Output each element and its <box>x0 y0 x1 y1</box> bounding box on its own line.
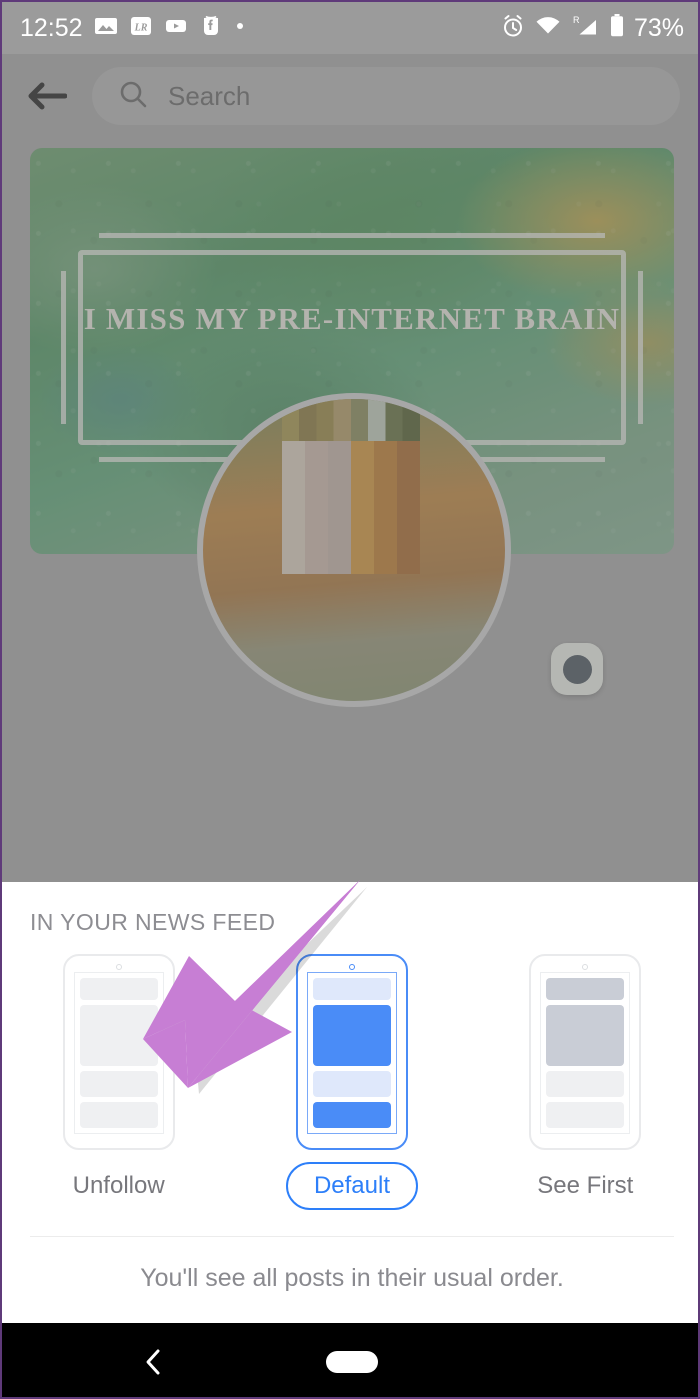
roaming-signal-icon: R <box>570 13 600 44</box>
search-placeholder: Search <box>168 80 251 111</box>
phone-screen-unfollow <box>73 972 164 1134</box>
feed-block <box>546 1071 625 1097</box>
phone-illustration-unfollow <box>62 954 175 1150</box>
edit-cover-photo-camera-button[interactable] <box>551 643 603 695</box>
feed-block <box>312 978 391 1000</box>
status-bar: 12:52 LR R 73% <box>2 2 698 54</box>
phone-camera-dot-icon <box>582 964 589 970</box>
lightroom-icon: LR <box>129 14 153 43</box>
frame-left-rule <box>61 271 66 424</box>
sheet-footer-text: You'll see all posts in their usual orde… <box>140 1264 564 1292</box>
system-navigation-bar <box>2 1323 698 1397</box>
status-bar-right: R 73% <box>500 13 684 44</box>
alarm-icon <box>500 13 526 44</box>
news-feed-preference-sheet: IN YOUR NEWS FEED Unfollow Default See F… <box>2 882 698 1323</box>
profile-content: I MISS MY PRE-INTERNET BRAIN <box>2 138 698 882</box>
status-clock: 12:52 <box>20 13 83 42</box>
search-icon <box>118 79 148 114</box>
svg-text:LR: LR <box>133 22 147 33</box>
frame-right-rule <box>638 271 643 424</box>
feed-block <box>79 978 158 1000</box>
photos-icon <box>94 14 118 43</box>
wifi-icon <box>535 13 561 44</box>
cover-photo-text: I MISS MY PRE-INTERNET BRAIN <box>83 301 621 336</box>
avatar-pixelated-region-body <box>281 441 421 575</box>
camera-icon <box>562 654 592 684</box>
feed-block <box>79 1102 158 1128</box>
battery-percent: 73% <box>633 13 684 42</box>
nav-back-icon[interactable] <box>134 1342 174 1382</box>
facebook-messenger-icon <box>199 14 223 43</box>
profile-avatar[interactable] <box>197 393 511 707</box>
feed-option-label-default[interactable]: Default <box>285 1162 418 1210</box>
phone-screen-see-first <box>540 972 631 1134</box>
search-header: Search <box>2 54 698 138</box>
feed-option-label-unfollow[interactable]: Unfollow <box>73 1172 165 1200</box>
search-input[interactable]: Search <box>92 67 680 125</box>
status-bar-left: 12:52 LR <box>20 14 246 43</box>
feed-option-unfollow[interactable]: Unfollow <box>19 954 219 1200</box>
feed-block <box>79 1005 158 1066</box>
svg-text:R: R <box>573 15 580 25</box>
sheet-title: IN YOUR NEWS FEED <box>30 909 276 935</box>
sheet-divider <box>30 1236 674 1237</box>
feed-option-default[interactable]: Default <box>252 954 452 1210</box>
phone-screenshot: 12:52 LR R 73% Search I MISS MY PRE-INTE… <box>0 0 700 1399</box>
feed-options-row: Unfollow Default See First <box>2 954 698 1210</box>
feed-block <box>546 1005 625 1066</box>
feed-block <box>312 1102 391 1128</box>
battery-icon <box>609 13 625 44</box>
phone-illustration-see-first <box>529 954 642 1150</box>
feed-block <box>79 1071 158 1097</box>
feed-block <box>546 978 625 1000</box>
phone-camera-dot-icon <box>348 964 355 970</box>
phone-camera-dot-icon <box>115 964 122 970</box>
phone-illustration-default <box>295 954 408 1150</box>
back-arrow-icon[interactable] <box>24 73 70 119</box>
feed-block <box>312 1071 391 1097</box>
youtube-icon <box>164 14 188 43</box>
feed-block <box>546 1102 625 1128</box>
feed-option-label-see-first[interactable]: See First <box>537 1172 633 1200</box>
dot-icon <box>234 19 246 37</box>
feed-option-see-first[interactable]: See First <box>485 954 685 1200</box>
feed-block <box>312 1005 391 1066</box>
nav-home-pill[interactable] <box>326 1351 378 1373</box>
phone-screen-default <box>306 972 397 1134</box>
